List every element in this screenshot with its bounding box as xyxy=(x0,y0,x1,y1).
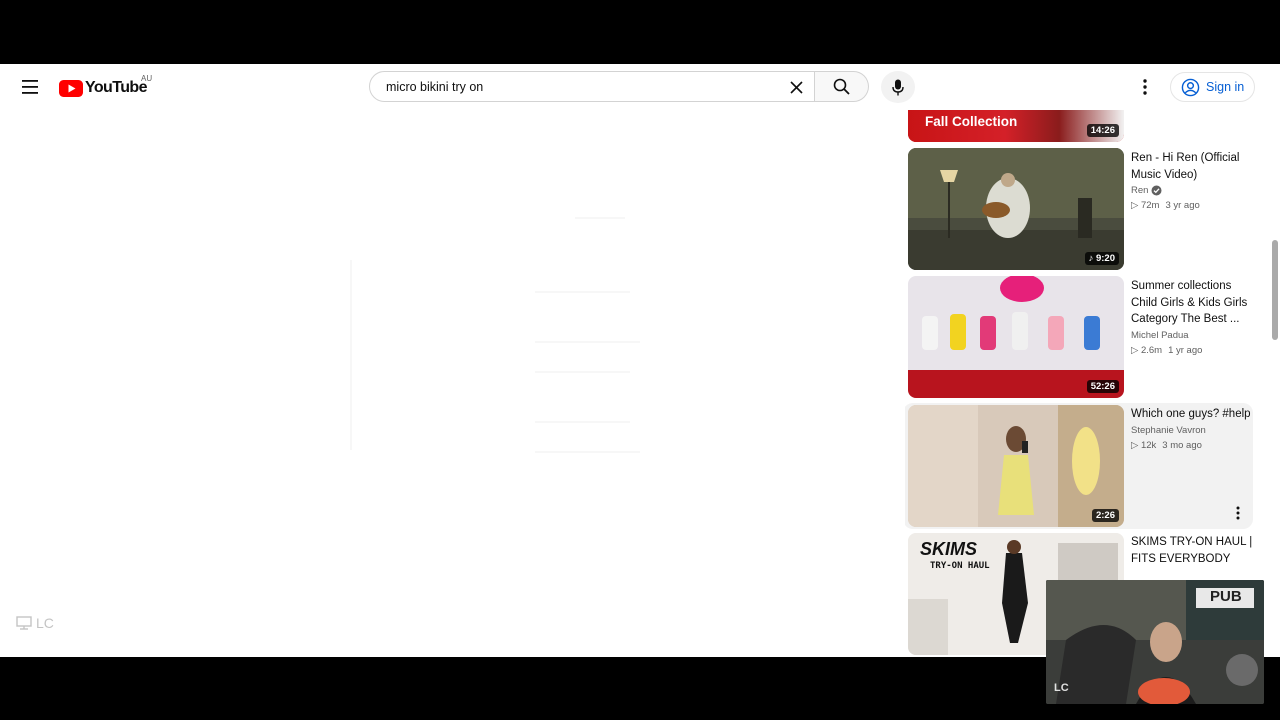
clear-icon xyxy=(789,80,803,94)
video-meta: ▷ 12k 3 mo ago xyxy=(1131,440,1256,451)
upload-age: 3 yr ago xyxy=(1165,200,1200,211)
video-info: Which one guys? #help Stephanie Vavron ▷… xyxy=(1131,406,1256,451)
scrollbar-thumb[interactable] xyxy=(1272,240,1278,340)
video-thumbnail[interactable]: ♪ 9:20 xyxy=(908,148,1124,270)
music-note-icon: ♪ xyxy=(1088,253,1096,264)
webcam-overlay: PUB LC xyxy=(1046,580,1264,704)
video-title[interactable]: Summer collections Child Girls & Kids Gi… xyxy=(1131,278,1256,328)
video-action-menu-button[interactable] xyxy=(1231,503,1245,523)
ghost-line xyxy=(535,291,630,293)
upload-age: 3 mo ago xyxy=(1162,439,1202,451)
search-box[interactable] xyxy=(369,71,815,102)
more-vert-icon xyxy=(1236,506,1240,520)
play-icon: ▷ xyxy=(1131,344,1141,356)
stream-watermark: LC xyxy=(16,615,54,631)
monitor-icon xyxy=(16,616,32,630)
thumbnail-caption: SKIMS xyxy=(920,539,978,559)
ghost-line xyxy=(535,371,630,373)
microphone-icon xyxy=(892,79,904,95)
views: ▷ 2.6m xyxy=(1131,344,1163,356)
verified-icon xyxy=(1151,185,1162,196)
play-icon: ▷ xyxy=(1131,200,1141,211)
ghost-line xyxy=(535,421,630,423)
video-player-area[interactable] xyxy=(0,110,892,657)
thumbnail-caption: Fall Collection xyxy=(925,114,1018,129)
more-vert-icon xyxy=(1143,79,1147,95)
thumbnail-subcaption: TRY-ON HAUL xyxy=(930,561,990,571)
search-button[interactable] xyxy=(815,71,869,102)
video-title[interactable]: Which one guys? #help xyxy=(1131,406,1256,423)
upload-age: 1 yr ago xyxy=(1168,344,1203,356)
video-meta: ▷ 72m 3 yr ago xyxy=(1131,200,1256,211)
video-info: Summer collections Child Girls & Kids Gi… xyxy=(1131,278,1256,356)
views: ▷ 12k xyxy=(1131,439,1157,451)
video-duration: 14:26 xyxy=(1086,124,1119,137)
ghost-line xyxy=(575,217,625,219)
menu-icon xyxy=(22,80,38,94)
youtube-watch-page: YouTube AU micro bikini try on Sign in L… xyxy=(0,64,1280,657)
thumbnail-image xyxy=(908,405,1124,527)
webcam-label: LC xyxy=(1054,682,1069,694)
account-circle-icon xyxy=(1181,78,1200,96)
pub-sign: PUB xyxy=(1210,588,1242,605)
video-title[interactable]: SKIMS TRY-ON HAUL | FITS EVERYBODY COLLE… xyxy=(1131,534,1256,566)
guide-menu-button[interactable] xyxy=(14,71,46,103)
settings-more-button[interactable] xyxy=(1133,74,1157,100)
search-icon xyxy=(833,78,850,95)
youtube-logo[interactable]: YouTube xyxy=(59,77,147,99)
clear-search-button[interactable] xyxy=(784,75,808,99)
masthead: YouTube AU micro bikini try on Sign in xyxy=(0,64,1280,110)
play-icon: ▷ xyxy=(1131,439,1141,451)
video-info: Ren - Hi Ren (Official Music Video) Ren … xyxy=(1131,150,1256,211)
video-info: SKIMS TRY-ON HAUL | FITS EVERYBODY COLLE… xyxy=(1131,534,1256,566)
watermark-text: LC xyxy=(36,615,54,631)
video-duration: 2:26 xyxy=(1091,509,1119,522)
sign-in-button[interactable]: Sign in xyxy=(1170,72,1255,102)
letterbox-top xyxy=(0,0,1280,64)
video-duration: ♪ 9:20 xyxy=(1084,252,1119,265)
channel-name[interactable]: Ren xyxy=(1131,185,1256,196)
ghost-line xyxy=(535,341,640,343)
video-thumbnail[interactable]: 52:26 xyxy=(908,276,1124,398)
views: ▷ 72m xyxy=(1131,200,1160,211)
scrollbar[interactable] xyxy=(1271,110,1280,657)
video-thumbnail[interactable]: Fall Collection 14:26 xyxy=(908,110,1124,142)
voice-search-button[interactable] xyxy=(881,71,915,103)
ghost-line xyxy=(535,451,640,453)
channel-name[interactable]: Michel Padua xyxy=(1131,330,1256,341)
region-code: AU xyxy=(141,74,153,83)
channel-name[interactable]: Stephanie Vavron xyxy=(1131,425,1256,436)
search-input[interactable] xyxy=(384,78,768,95)
video-duration: 52:26 xyxy=(1086,380,1119,393)
youtube-logo-icon xyxy=(59,79,83,97)
video-thumbnail[interactable]: 2:26 xyxy=(908,405,1124,527)
video-meta: ▷ 2.6m 1 yr ago xyxy=(1131,345,1256,356)
sign-in-label: Sign in xyxy=(1206,80,1245,94)
logo-text: YouTube xyxy=(85,79,147,96)
ghost-line xyxy=(350,260,352,450)
related-videos: Fall Collection 14:26 ♪ 9:20 Ren - Hi Re… xyxy=(905,110,1275,657)
video-title[interactable]: Ren - Hi Ren (Official Music Video) xyxy=(1131,150,1256,183)
